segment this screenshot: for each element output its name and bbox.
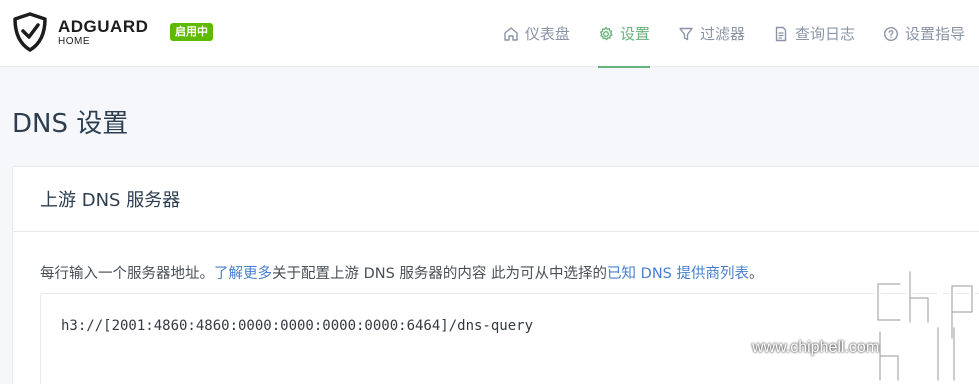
learn-more-link[interactable]: 了解更多 [214, 266, 272, 282]
card-title: 上游 DNS 服务器 [40, 190, 181, 211]
upstream-description: 每行输入一个服务器地址。了解更多关于配置上游 DNS 服务器的内容 此为可从中选… [40, 262, 763, 283]
known-providers-link[interactable]: 已知 DNS 提供商列表 [607, 266, 749, 282]
help-circle-icon [883, 26, 898, 41]
nav-dashboard[interactable]: 仪表盘 [489, 0, 584, 67]
watermark-url: www.chiphell.com [752, 339, 880, 356]
main-nav: 仪表盘 设置 过滤器 查询日志 设置指导 [489, 0, 979, 68]
nav-setup-guide[interactable]: 设置指导 [869, 0, 979, 67]
desc-middle: 关于配置上游 DNS 服务器的内容 此为可从中选择的 [272, 266, 608, 282]
nav-filters-label: 过滤器 [699, 25, 745, 43]
desc-prefix: 每行输入一个服务器地址。 [40, 266, 214, 282]
nav-query-log[interactable]: 查询日志 [759, 0, 869, 67]
nav-dashboard-label: 仪表盘 [524, 25, 570, 43]
top-header: ADGUARD HOME 启用中 仪表盘 设置 过滤器 查询日志 设置指导 [0, 0, 979, 68]
desc-suffix: 。 [748, 266, 764, 282]
page-title: DNS 设置 [12, 109, 129, 139]
logo[interactable]: ADGUARD HOME [12, 12, 148, 52]
filter-icon [679, 27, 693, 40]
nav-settings-label: 设置 [619, 25, 650, 43]
nav-query-log-label: 查询日志 [794, 25, 855, 43]
document-icon [775, 26, 787, 41]
brand-title: ADGUARD [58, 16, 149, 36]
gear-icon [599, 26, 613, 40]
home-icon [504, 26, 518, 41]
nav-filters[interactable]: 过滤器 [664, 0, 759, 67]
brand-subtitle: HOME [58, 35, 90, 47]
nav-settings[interactable]: 设置 [584, 0, 664, 68]
adguard-shield-icon [13, 12, 47, 52]
nav-setup-guide-label: 设置指导 [904, 25, 965, 43]
status-badge: 启用中 [170, 23, 213, 41]
card-header: 上游 DNS 服务器 [13, 167, 979, 232]
